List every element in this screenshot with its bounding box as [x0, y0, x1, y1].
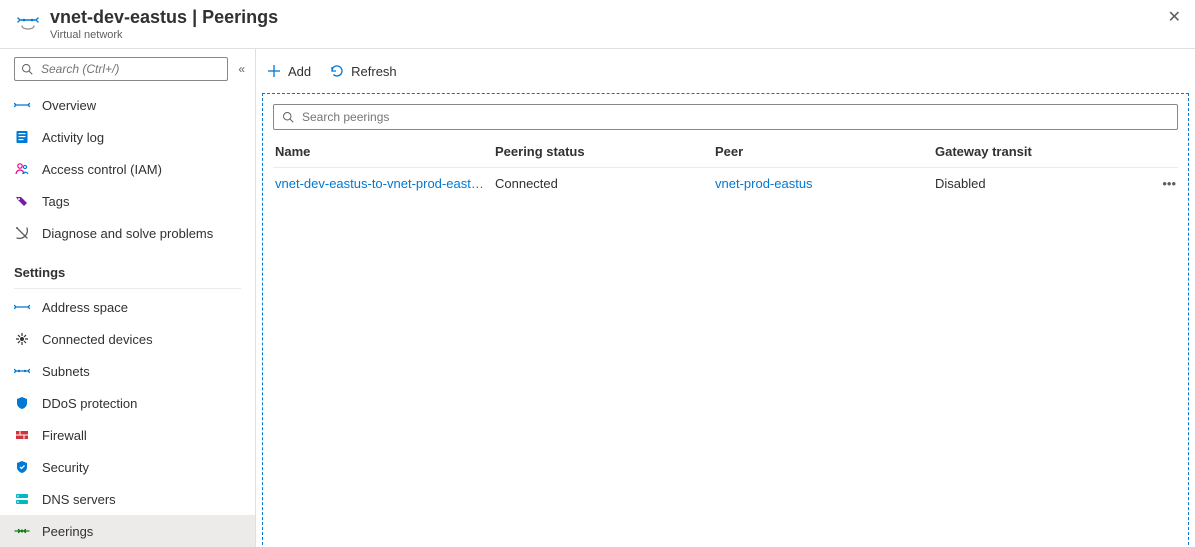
blade-subtitle: Virtual network: [50, 28, 1164, 42]
firewall-icon: [14, 427, 30, 443]
sidebar-item-activity-log[interactable]: Activity log: [0, 121, 255, 153]
sidebar-item-connected-devices[interactable]: Connected devices: [0, 323, 255, 355]
diagnose-icon: [14, 225, 30, 241]
gateway-transit: Disabled: [935, 176, 986, 191]
vnet-icon: [14, 97, 30, 113]
sidebar-item-label: Connected devices: [42, 332, 153, 347]
addr-icon: [14, 299, 30, 315]
sidebar-item-security[interactable]: Security: [0, 451, 255, 483]
subnet-icon: [14, 363, 30, 379]
sidebar-item-ddos[interactable]: DDoS protection: [0, 387, 255, 419]
table-row: vnet-dev-eastus-to-vnet-prod-east… Conne…: [273, 168, 1178, 199]
sidebar-section-settings: Settings: [0, 249, 255, 286]
blade-header: vnet-dev-eastus | Peerings Virtual netwo…: [0, 0, 1195, 49]
log-icon: [14, 129, 30, 145]
sidebar-item-firewall[interactable]: Firewall: [0, 419, 255, 451]
sidebar-item-label: DDoS protection: [42, 396, 137, 411]
blade-content: Name Peering status Peer Gateway transit…: [262, 93, 1189, 547]
sidebar-item-label: Activity log: [42, 130, 104, 145]
sidebar-item-label: Diagnose and solve problems: [42, 226, 213, 241]
table-header: Name Peering status Peer Gateway transit: [273, 136, 1178, 168]
sidebar-item-label: Tags: [42, 194, 69, 209]
conn-icon: [14, 331, 30, 347]
content-area: Add Refresh Name P: [256, 49, 1195, 547]
close-button[interactable]: ✕: [1164, 6, 1185, 30]
col-header-peer[interactable]: Peer: [715, 144, 935, 159]
sidebar-item-label: DNS servers: [42, 492, 116, 507]
dns-icon: [14, 491, 30, 507]
sidebar-search-input[interactable]: [39, 61, 221, 77]
resource-name: vnet-dev-eastus: [50, 7, 187, 27]
refresh-icon: [329, 63, 345, 79]
page-name: Peerings: [202, 7, 278, 27]
search-icon: [21, 63, 33, 75]
sidebar-item-label: Overview: [42, 98, 96, 113]
col-header-status[interactable]: Peering status: [495, 144, 715, 159]
cmd-label: Add: [288, 64, 311, 79]
sidebar-item-subnets[interactable]: Subnets: [0, 355, 255, 387]
filter-input[interactable]: [300, 109, 1169, 125]
collapse-sidebar-button[interactable]: «: [236, 60, 247, 78]
sidebar-item-address-space[interactable]: Address space: [0, 291, 255, 323]
peerings-icon: [14, 523, 30, 539]
col-header-gateway[interactable]: Gateway transit: [935, 144, 1148, 159]
security-icon: [14, 459, 30, 475]
sidebar-item-peerings[interactable]: Peerings: [0, 515, 255, 547]
sidebar-search-box[interactable]: [14, 57, 228, 81]
sidebar-item-label: Peerings: [42, 524, 93, 539]
peering-name-link[interactable]: vnet-dev-eastus-to-vnet-prod-east…: [275, 176, 487, 191]
sidebar-item-label: Address space: [42, 300, 128, 315]
vnet-resource-icon: [16, 8, 40, 32]
peer-link[interactable]: vnet-prod-eastus: [715, 176, 813, 191]
sidebar-item-label: Access control (IAM): [42, 162, 162, 177]
filter-box[interactable]: [273, 104, 1178, 130]
sidebar-item-label: Subnets: [42, 364, 90, 379]
sidebar-item-label: Firewall: [42, 428, 87, 443]
cmd-label: Refresh: [351, 64, 397, 79]
blade-title: vnet-dev-eastus | Peerings: [50, 6, 1164, 28]
col-header-name[interactable]: Name: [275, 144, 495, 159]
sidebar-item-label: Security: [42, 460, 89, 475]
sidebar-item-overview[interactable]: Overview: [0, 89, 255, 121]
refresh-button[interactable]: Refresh: [329, 63, 397, 79]
sidebar-item-tags[interactable]: Tags: [0, 185, 255, 217]
tag-icon: [14, 193, 30, 209]
command-bar: Add Refresh: [256, 49, 1195, 93]
sidebar-item-access-control[interactable]: Access control (IAM): [0, 153, 255, 185]
search-icon: [282, 111, 294, 123]
sidebar: « Overview Activity log: [0, 49, 256, 547]
sidebar-nav: Overview Activity log Access control (IA…: [0, 89, 255, 547]
divider: [14, 288, 241, 289]
plus-icon: [266, 63, 282, 79]
people-icon: [14, 161, 30, 177]
add-button[interactable]: Add: [266, 63, 311, 79]
shield-icon: [14, 395, 30, 411]
peering-status: Connected: [495, 176, 558, 191]
sidebar-item-diagnose[interactable]: Diagnose and solve problems: [0, 217, 255, 249]
sidebar-item-dns[interactable]: DNS servers: [0, 483, 255, 515]
row-context-menu[interactable]: •••: [1162, 176, 1176, 191]
